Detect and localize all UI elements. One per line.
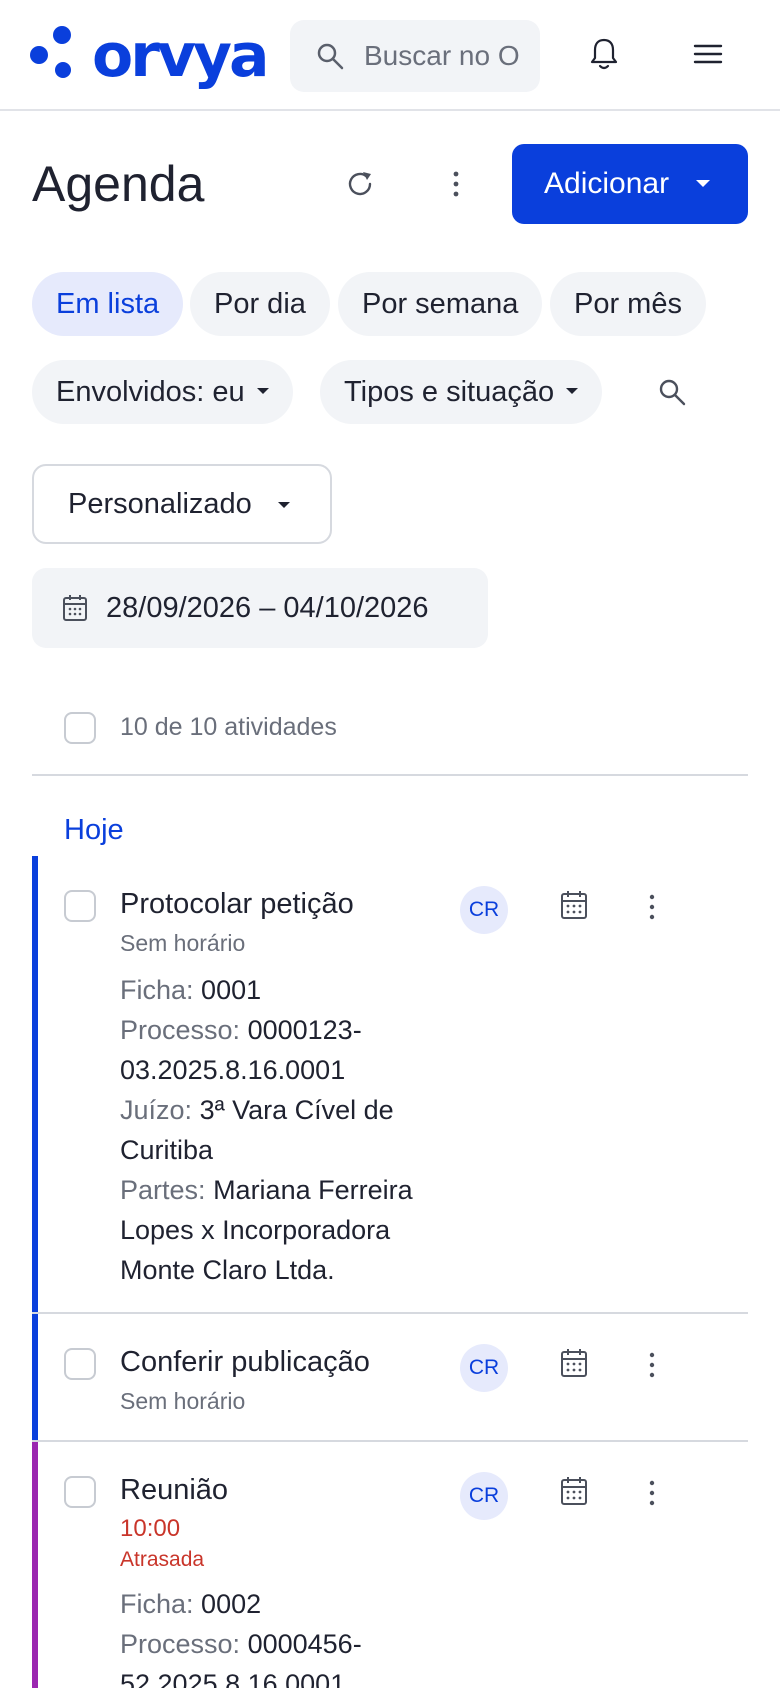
activity-time: Sem horário — [120, 1388, 246, 1414]
search-input[interactable] — [364, 34, 532, 78]
partes-label: Partes: — [120, 1175, 206, 1205]
calendar-icon[interactable] — [560, 890, 588, 920]
chevron-down-icon — [256, 388, 269, 395]
activity-color-bar — [32, 856, 38, 1312]
bell-icon[interactable] — [588, 36, 620, 72]
logo-dot — [30, 46, 48, 64]
tab-week-view[interactable]: Por semana — [338, 272, 543, 336]
activity-item[interactable]: Protocolar petição Sem horário CR Ficha:… — [32, 856, 748, 1314]
juizo-line: Juízo: 3ª Vara Cível de Curitiba — [120, 1090, 450, 1170]
more-options-icon[interactable] — [644, 892, 660, 922]
more-options-icon[interactable] — [448, 168, 464, 200]
chevron-down-icon — [696, 180, 710, 187]
add-button[interactable]: Adicionar — [512, 144, 748, 224]
orvya-logo[interactable]: orvya — [30, 26, 270, 86]
activity-checkbox[interactable] — [64, 1348, 96, 1380]
avatar[interactable]: CR — [460, 886, 508, 934]
activity-title: Protocolar petição — [120, 888, 354, 920]
period-select[interactable]: Personalizado — [32, 464, 332, 544]
activity-color-bar — [32, 1442, 38, 1688]
logo-dot — [53, 26, 71, 44]
search-icon — [317, 43, 344, 70]
logo-text: orvya — [92, 21, 270, 91]
activity-details: Ficha: 0002 Processo: 0000456-52.2025.8.… — [120, 1584, 450, 1688]
processo-line: Processo: 0000456-52.2025.8.16.0001 — [120, 1624, 450, 1688]
processo-label: Processo: — [120, 1629, 241, 1659]
ficha-label: Ficha: — [120, 975, 194, 1005]
add-button-label: Adicionar — [544, 167, 670, 200]
ficha-value: 0002 — [201, 1589, 262, 1619]
activity-time: Sem horário — [120, 930, 246, 956]
calendar-icon — [63, 595, 87, 621]
tab-day-view[interactable]: Por dia — [190, 272, 330, 336]
processo-line: Processo: 0000123-03.2025.8.16.0001 — [120, 1010, 450, 1090]
calendar-icon[interactable] — [560, 1348, 588, 1378]
more-options-icon[interactable] — [644, 1478, 660, 1508]
processo-label: Processo: — [120, 1015, 241, 1045]
hamburger-menu-icon[interactable] — [692, 40, 724, 68]
calendar-icon[interactable] — [560, 1476, 588, 1506]
ficha-label: Ficha: — [120, 1589, 194, 1619]
select-all-checkbox[interactable] — [64, 712, 96, 744]
logo-dot — [55, 62, 71, 78]
date-range-picker[interactable]: 28/09/2026 – 04/10/2026 — [32, 568, 488, 648]
tab-list-view[interactable]: Em lista — [32, 272, 184, 336]
activity-time: 10:00 — [120, 1515, 181, 1542]
ficha-line: Ficha: 0001 — [120, 970, 450, 1010]
chevron-down-icon — [278, 502, 290, 508]
section-today-label: Hoje — [64, 814, 124, 846]
activity-title: Reunião — [120, 1474, 229, 1506]
types-status-filter[interactable]: Tipos e situação — [320, 360, 603, 424]
avatar[interactable]: CR — [460, 1344, 508, 1392]
chevron-down-icon — [566, 388, 579, 395]
activity-item[interactable]: Conferir publicação Sem horário CR — [32, 1314, 748, 1442]
involved-filter-label: Envolvidos: eu — [56, 376, 245, 408]
activity-checkbox[interactable] — [64, 890, 96, 922]
avatar[interactable]: CR — [460, 1472, 508, 1520]
involved-filter[interactable]: Envolvidos: eu — [32, 360, 293, 424]
activity-title: Conferir publicação — [120, 1346, 370, 1378]
activity-count: 10 de 10 atividades — [120, 713, 337, 741]
global-search[interactable] — [290, 20, 540, 92]
ficha-value: 0001 — [201, 975, 262, 1005]
partes-line: Partes: Mariana Ferreira Lopes x Incorpo… — [120, 1170, 450, 1290]
page-title: Agenda — [32, 156, 205, 212]
tab-month-view[interactable]: Por mês — [550, 272, 706, 336]
overdue-status: Atrasada — [120, 1548, 205, 1571]
juizo-label: Juízo: — [120, 1095, 193, 1125]
more-options-icon[interactable] — [644, 1350, 660, 1380]
select-all-row: 10 de 10 atividades — [32, 696, 748, 776]
search-icon[interactable] — [658, 378, 686, 406]
types-filter-label: Tipos e situação — [344, 376, 555, 408]
date-range-value: 28/09/2026 – 04/10/2026 — [106, 592, 429, 624]
ficha-line: Ficha: 0002 — [120, 1584, 450, 1624]
app-header: orvya — [0, 0, 780, 111]
activity-checkbox[interactable] — [64, 1476, 96, 1508]
activity-details: Ficha: 0001 Processo: 0000123-03.2025.8.… — [120, 970, 450, 1290]
period-select-value: Personalizado — [68, 488, 252, 520]
refresh-icon[interactable] — [344, 168, 376, 200]
activity-item[interactable]: Reunião 10:00 Atrasada CR Ficha: 0002 Pr… — [32, 1442, 748, 1688]
activity-color-bar — [32, 1314, 38, 1440]
